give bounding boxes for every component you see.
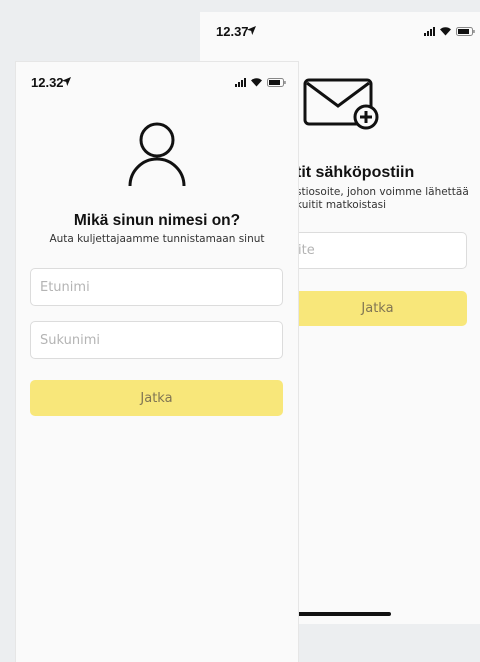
status-time: 12.37 [216, 24, 249, 39]
name-subtitle: Auta kuljettajaamme tunnistamaan sinut [49, 233, 265, 245]
name-continue-button[interactable]: Jatka [30, 380, 283, 416]
envelope-plus-icon [303, 78, 383, 134]
status-bar: 12.37 [200, 12, 480, 52]
wifi-icon [439, 26, 452, 36]
wifi-icon [250, 77, 263, 87]
status-icons [235, 77, 286, 87]
name-title: Mikä sinun nimesi on? [73, 212, 241, 229]
email-continue-label: Jatka [361, 301, 394, 316]
first-name-placeholder: Etunimi [40, 279, 90, 295]
person-icon [128, 122, 186, 192]
email-title: tit sähköpostiin [296, 164, 415, 181]
cellular-signal-icon [424, 26, 435, 36]
location-arrow-icon [62, 77, 71, 86]
first-name-input[interactable]: Etunimi [30, 268, 283, 306]
home-indicator [293, 612, 391, 616]
battery-icon [456, 26, 475, 36]
status-bar: 12.32 [16, 62, 298, 102]
email-subtitle-line-2: kuitit matkoistasi [296, 199, 387, 211]
last-name-input[interactable]: Sukunimi [30, 321, 283, 359]
status-icons [424, 26, 475, 36]
name-continue-label: Jatka [140, 390, 173, 406]
last-name-placeholder: Sukunimi [40, 332, 100, 348]
status-time: 12.32 [31, 75, 64, 90]
email-subtitle-line-1: stiosoite, johon voimme lähettää [296, 186, 469, 198]
email-input[interactable]: ite [288, 232, 467, 269]
location-arrow-icon [247, 26, 256, 35]
email-continue-button[interactable]: Jatka [288, 291, 467, 326]
name-screen: 12.32 Mikä sinun nimesi on? Auta kuljett… [16, 62, 298, 662]
email-placeholder: ite [298, 243, 315, 258]
cellular-signal-icon [235, 77, 246, 87]
battery-icon [267, 77, 286, 87]
